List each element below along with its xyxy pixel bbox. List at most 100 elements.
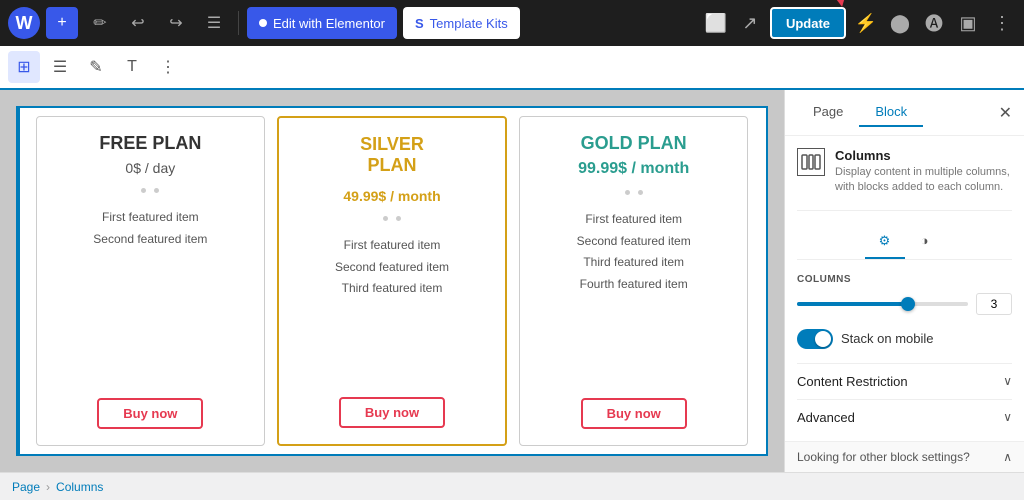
red-arrow-indicator (796, 0, 856, 9)
dot-3 (383, 216, 388, 221)
free-plan-dots (141, 188, 159, 193)
gold-feature-1: First featured item (577, 209, 691, 231)
layout-view-button[interactable]: ⊞ (8, 51, 40, 83)
dot-2 (154, 188, 159, 193)
columns-label: COLUMNS (797, 274, 1012, 285)
list-view-button[interactable]: ☰ (44, 51, 76, 83)
free-plan-title: FREE PLAN (99, 133, 201, 154)
columns-slider-thumb[interactable] (901, 297, 915, 311)
page-tab[interactable]: Page (797, 98, 859, 127)
a-icon[interactable]: 🅐 (920, 9, 948, 37)
bolt-icon[interactable]: ⚡ (852, 9, 880, 37)
gold-plan-dots (625, 190, 643, 195)
toggle-knob (815, 331, 831, 347)
list-icon[interactable]: ☰ (198, 7, 230, 39)
canvas-inner: FREE PLAN 0$ / day First featured item S… (16, 106, 768, 456)
columns-block-icon (797, 148, 825, 176)
stack-on-mobile-row: Stack on mobile (797, 329, 1012, 349)
dot-6 (638, 190, 643, 195)
gold-feature-3: Third featured item (577, 252, 691, 274)
block-tab[interactable]: Block (859, 98, 923, 127)
redo-icon[interactable]: ↪ (160, 7, 192, 39)
silver-plan-features: First featured item Second featured item… (335, 235, 449, 300)
dot-4 (396, 216, 401, 221)
undo-icon[interactable]: ↩ (122, 7, 154, 39)
silver-feature-2: Second featured item (335, 257, 449, 279)
elementor-dot (259, 19, 267, 27)
block-name: Columns (835, 148, 1012, 163)
silver-feature-1: First featured item (335, 235, 449, 257)
stack-on-mobile-toggle[interactable] (797, 329, 833, 349)
panel-body: Columns Display content in multiple colu… (785, 136, 1024, 441)
breadcrumb-columns[interactable]: Columns (56, 480, 103, 494)
silver-plan-card: SILVERPLAN 49.99$ / month First featured… (277, 116, 508, 446)
text-button[interactable]: T (116, 51, 148, 83)
dot-5 (625, 190, 630, 195)
gold-feature-4: Fourth featured item (577, 274, 691, 296)
gold-plan-features: First featured item Second featured item… (577, 209, 691, 295)
edit-with-elementor-button[interactable]: Edit with Elementor (247, 7, 397, 39)
right-panel: Page Block ✕ Columns Display content in … (784, 90, 1024, 472)
silver-plan-dots (383, 216, 401, 221)
columns-slider-track[interactable] (797, 302, 968, 306)
wp-logo[interactable]: W (8, 7, 40, 39)
more-options-icon[interactable]: ⋮ (988, 9, 1016, 37)
advanced-arrow: ∨ (1003, 410, 1012, 424)
free-feature-1: First featured item (93, 207, 207, 229)
template-kits-button[interactable]: S Template Kits (403, 7, 520, 39)
template-kits-logo: S (415, 16, 424, 31)
block-info: Columns Display content in multiple colu… (797, 148, 1012, 211)
settings-tabs: ⚙ ◑ (797, 225, 1012, 260)
main-layout: FREE PLAN 0$ / day First featured item S… (0, 90, 1024, 472)
content-restriction-title: Content Restriction (797, 374, 908, 389)
elementor-button-label: Edit with Elementor (273, 16, 385, 31)
content-restriction-header[interactable]: Content Restriction ∨ (797, 374, 1012, 389)
gold-plan-card: GOLD PLAN 99.99$ / month First featured … (519, 116, 748, 446)
add-block-button[interactable]: + (46, 7, 78, 39)
edit-icon[interactable]: ✏ (84, 7, 116, 39)
sidebar-icon[interactable]: ▣ (954, 9, 982, 37)
panel-close-button[interactable]: ✕ (999, 103, 1012, 123)
canvas: FREE PLAN 0$ / day First featured item S… (0, 90, 784, 472)
free-buy-button[interactable]: Buy now (97, 398, 203, 429)
divider-1 (238, 11, 239, 35)
toolbar-right: ⬜ ↗ Update ⚡ ⬤ 🅐 ▣ ⋮ (702, 7, 1016, 39)
secondary-toolbar: ⊞ ☰ ✎ T ⋮ (0, 46, 1024, 90)
dot-1 (141, 188, 146, 193)
panel-tabs: Page Block (797, 98, 923, 127)
style-button[interactable]: ✎ (80, 51, 112, 83)
free-plan-card: FREE PLAN 0$ / day First featured item S… (36, 116, 265, 446)
silver-plan-title: SILVERPLAN (360, 134, 424, 176)
columns-input[interactable]: 3 (976, 293, 1012, 315)
gold-feature-2: Second featured item (577, 231, 691, 253)
advanced-title: Advanced (797, 410, 855, 425)
block-description: Display content in multiple columns, wit… (835, 165, 1012, 196)
free-plan-price: 0$ / day (125, 160, 175, 176)
gold-plan-price: 99.99$ / month (578, 160, 689, 178)
update-button[interactable]: Update (770, 7, 846, 39)
looking-for-label: Looking for other block settings? (797, 450, 970, 464)
breadcrumb-page[interactable]: Page (12, 480, 40, 494)
advanced-header[interactable]: Advanced ∨ (797, 410, 1012, 425)
template-kits-label: Template Kits (430, 16, 508, 31)
gold-plan-title: GOLD PLAN (581, 133, 687, 154)
block-info-text: Columns Display content in multiple colu… (835, 148, 1012, 196)
free-plan-features: First featured item Second featured item (93, 207, 207, 250)
style-settings-tab[interactable]: ◑ (905, 225, 945, 259)
more-button[interactable]: ⋮ (152, 51, 184, 83)
silver-buy-button[interactable]: Buy now (339, 397, 445, 428)
external-link-icon[interactable]: ↗ (736, 9, 764, 37)
looking-for-bar[interactable]: Looking for other block settings? ∧ (785, 441, 1024, 472)
gear-settings-tab[interactable]: ⚙ (865, 225, 905, 259)
stack-on-mobile-label: Stack on mobile (841, 331, 934, 346)
gold-buy-button[interactable]: Buy now (581, 398, 687, 429)
silver-feature-3: Third featured item (335, 278, 449, 300)
looking-for-arrow: ∧ (1003, 450, 1012, 464)
plans-container: FREE PLAN 0$ / day First featured item S… (18, 108, 766, 454)
breadcrumb-separator: › (46, 480, 50, 494)
advanced-accordion: Advanced ∨ (797, 399, 1012, 435)
columns-slider-row: 3 (797, 293, 1012, 315)
circle-icon[interactable]: ⬤ (886, 9, 914, 37)
desktop-icon[interactable]: ⬜ (702, 9, 730, 37)
blue-handle (16, 108, 20, 454)
